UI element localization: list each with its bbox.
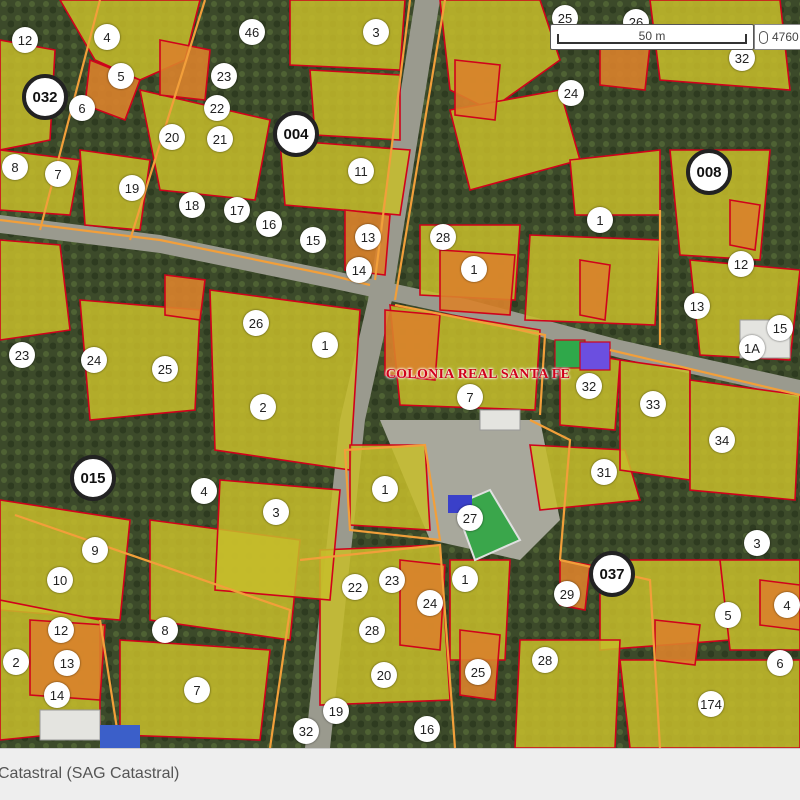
parcel-number[interactable]: 33: [640, 391, 666, 417]
parcel-number[interactable]: 10: [47, 567, 73, 593]
parcel-number[interactable]: 18: [179, 192, 205, 218]
parcel-number[interactable]: 1: [452, 566, 478, 592]
parcel-number[interactable]: 7: [457, 384, 483, 410]
zone-marker[interactable]: 037: [589, 551, 635, 597]
parcel-number[interactable]: 27: [457, 505, 483, 531]
parcel-number[interactable]: 19: [119, 175, 145, 201]
parcel-number[interactable]: 25: [152, 356, 178, 382]
layer-name: Catastral (SAG Catastral): [0, 765, 180, 782]
parcel-number[interactable]: 22: [204, 95, 230, 121]
parcel-number[interactable]: 24: [81, 347, 107, 373]
parcel-number[interactable]: 3: [363, 19, 389, 45]
parcel-number[interactable]: 31: [591, 459, 617, 485]
parcel-number[interactable]: 11: [348, 158, 374, 184]
parcel-number[interactable]: 29: [554, 581, 580, 607]
zone-marker[interactable]: 015: [70, 455, 116, 501]
parcel-number[interactable]: 174: [698, 691, 724, 717]
parcel-number[interactable]: 28: [430, 224, 456, 250]
parcel-number[interactable]: 5: [108, 63, 134, 89]
coordinate-value: 4760: [772, 30, 799, 44]
parcel-number[interactable]: 4: [774, 592, 800, 618]
parcel-number[interactable]: 15: [767, 315, 793, 341]
parcel-number[interactable]: 22: [342, 574, 368, 600]
map-canvas[interactable]: 12 4 46 3 25 26 32 5 23 22 6 24 20 21 8 …: [0, 0, 800, 748]
mouse-icon: [759, 30, 768, 44]
parcel-number[interactable]: 3: [744, 530, 770, 556]
parcel-number[interactable]: 16: [256, 211, 282, 237]
parcel-number[interactable]: 9: [82, 537, 108, 563]
parcel-number[interactable]: 4: [94, 24, 120, 50]
parcel-number[interactable]: 12: [728, 251, 754, 277]
coordinate-readout: 4760: [754, 24, 800, 50]
scale-line: [557, 34, 747, 44]
parcel-number[interactable]: 17: [224, 197, 250, 223]
zone-marker[interactable]: 004: [273, 111, 319, 157]
parcel-number[interactable]: 7: [184, 677, 210, 703]
parcel-number[interactable]: 7: [45, 161, 71, 187]
parcel-number[interactable]: 24: [558, 80, 584, 106]
parcel-number[interactable]: 8: [152, 617, 178, 643]
parcel-number[interactable]: 13: [684, 293, 710, 319]
parcel-number[interactable]: 12: [12, 27, 38, 53]
parcel-number[interactable]: 32: [576, 373, 602, 399]
parcel-number[interactable]: 28: [532, 647, 558, 673]
neighborhood-label: COLONIA REAL SANTA FE: [385, 367, 571, 382]
parcel-number[interactable]: 1: [587, 207, 613, 233]
parcel-number[interactable]: 4: [191, 478, 217, 504]
parcel-number[interactable]: 21: [207, 126, 233, 152]
parcel-number[interactable]: 8: [2, 154, 28, 180]
parcel-number[interactable]: 2: [250, 394, 276, 420]
parcel-number[interactable]: 5: [715, 602, 741, 628]
parcel-number[interactable]: 1A: [739, 335, 765, 361]
parcel-number[interactable]: 6: [69, 95, 95, 121]
parcel-number[interactable]: 46: [239, 19, 265, 45]
parcel-number[interactable]: 13: [355, 224, 381, 250]
zone-marker[interactable]: 008: [686, 149, 732, 195]
parcel-number[interactable]: 26: [243, 310, 269, 336]
parcel-number[interactable]: 14: [346, 257, 372, 283]
scale-bar: 50 m: [550, 24, 754, 50]
parcel-number[interactable]: 1: [372, 476, 398, 502]
parcel-number[interactable]: 23: [211, 63, 237, 89]
parcel-number[interactable]: 12: [48, 617, 74, 643]
parcel-number[interactable]: 2: [3, 649, 29, 675]
parcel-number[interactable]: 1: [312, 332, 338, 358]
parcel-number[interactable]: 20: [159, 124, 185, 150]
parcel-number[interactable]: 15: [300, 227, 326, 253]
parcel-number[interactable]: 32: [293, 718, 319, 744]
parcel-number[interactable]: 23: [379, 567, 405, 593]
parcel-number[interactable]: 23: [9, 342, 35, 368]
parcel-number[interactable]: 16: [414, 716, 440, 742]
parcel-number[interactable]: 6: [767, 650, 793, 676]
parcel-number[interactable]: 1: [461, 256, 487, 282]
parcel-number[interactable]: 19: [323, 698, 349, 724]
zone-marker[interactable]: 032: [22, 74, 68, 120]
parcel-number[interactable]: 14: [44, 682, 70, 708]
parcel-number[interactable]: 28: [359, 617, 385, 643]
parcel-number[interactable]: 3: [263, 499, 289, 525]
parcel-number[interactable]: 20: [371, 662, 397, 688]
parcel-number[interactable]: 25: [465, 659, 491, 685]
map-viewer[interactable]: 12 4 46 3 25 26 32 5 23 22 6 24 20 21 8 …: [0, 0, 800, 800]
parcel-number[interactable]: 13: [54, 650, 80, 676]
layer-footer: Catastral (SAG Catastral): [0, 748, 800, 800]
parcel-number[interactable]: 24: [417, 590, 443, 616]
parcel-number[interactable]: 34: [709, 427, 735, 453]
